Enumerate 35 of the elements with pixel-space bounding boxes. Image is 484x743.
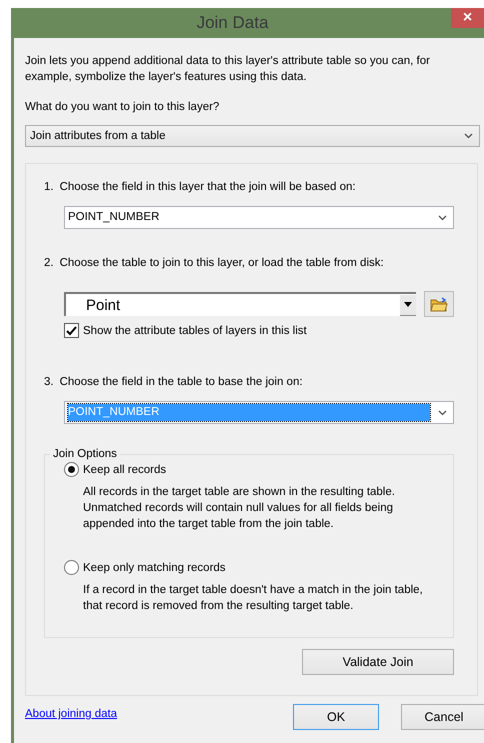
option-description: If a record in the target table doesn't have a match in the join table, that record is removed from the resulting target table. <box>83 583 424 614</box>
table-combo-field[interactable]: Point <box>64 292 416 316</box>
check-icon <box>66 326 77 336</box>
caret-icon <box>438 410 447 416</box>
step-label: Choose the field in the table to base the join on: <box>60 376 303 388</box>
step-label: Choose the field in this layer that the join will be based on: <box>60 181 356 193</box>
radio-option[interactable]: Keep all records <box>64 462 453 477</box>
join-type-dropdown[interactable]: Join attributes from a table <box>25 125 480 147</box>
folder-icon <box>430 296 448 312</box>
validate-join-button[interactable]: Validate Join <box>302 649 454 675</box>
browse-folder-button[interactable] <box>424 291 454 317</box>
checkbox[interactable] <box>64 323 79 338</box>
caret-icon <box>464 133 473 139</box>
step-label: Choose the table to join to this layer, or load the table from disk: <box>60 257 384 269</box>
caret-icon <box>438 214 447 220</box>
show-layers-checkbox[interactable]: Show the attribute tables of layers in this list <box>64 323 477 338</box>
close-button[interactable]: × <box>451 8 484 28</box>
step-number: 2. <box>44 257 54 269</box>
option-description: All records in the target table are shown in the resulting table. Unmatched records will contain null values for all fields being appended into the target table from the join table. <box>83 485 396 532</box>
intro-text: Join lets you append additional data to this layer's attribute table so you can, for example, symbolize the layer's features using this data. <box>25 54 431 85</box>
question-label: What do you want to join to this layer? <box>25 100 220 115</box>
field-value: POINT_NUMBER <box>68 210 160 225</box>
radio-option[interactable]: Keep only matching records <box>64 560 453 575</box>
step-number: 1. <box>44 181 54 193</box>
dialog-button[interactable]: Cancel <box>401 704 484 730</box>
window-title: Join Data <box>196 13 268 33</box>
dialog-button[interactable]: OK <box>293 704 379 730</box>
radio-dot-icon <box>68 466 75 473</box>
group-title: Join Options <box>52 448 118 460</box>
step-number: 3. <box>44 376 54 388</box>
dropdown-field[interactable]: POINT_NUMBER <box>64 206 454 229</box>
field-value: POINT_NUMBER <box>68 404 430 421</box>
help-link[interactable]: About joining data <box>25 708 293 720</box>
radio-button[interactable] <box>64 462 79 477</box>
radio-button[interactable] <box>64 560 79 575</box>
